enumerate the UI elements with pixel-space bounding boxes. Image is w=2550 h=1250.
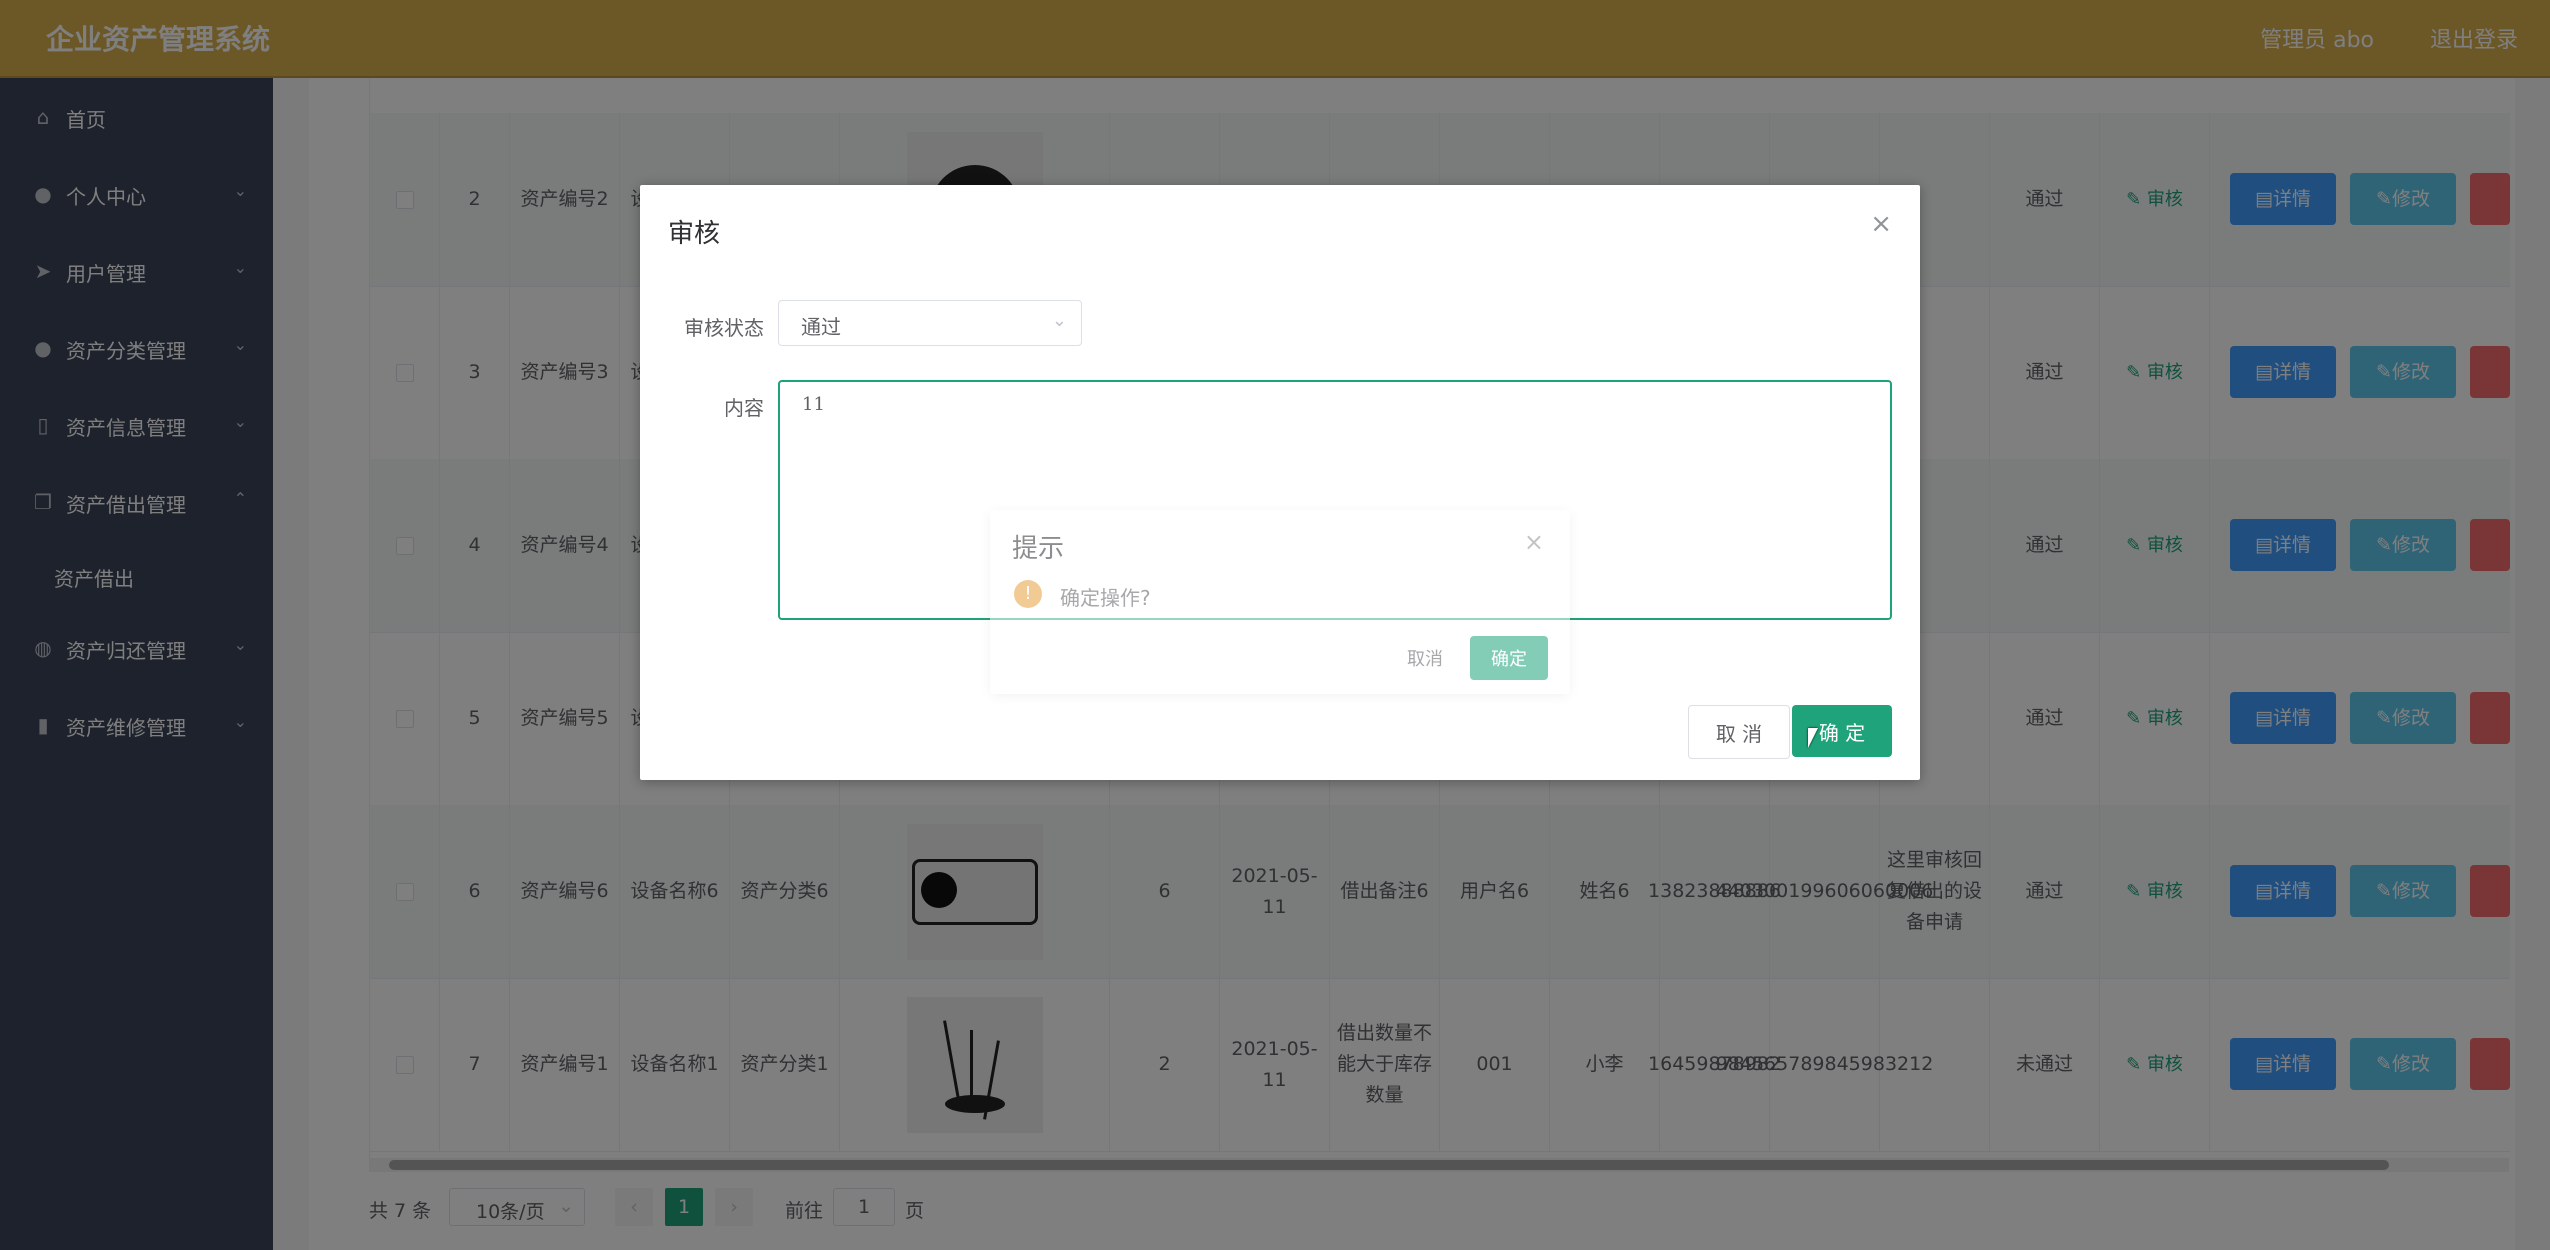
- chevron-down-icon: ⌄: [1051, 310, 1067, 331]
- mouse-cursor: [1808, 728, 1818, 748]
- dialog-cancel-button[interactable]: 取 消: [1688, 705, 1790, 759]
- dialog-title: 审核: [668, 219, 721, 249]
- confirm-messagebox: 提示 × ! 确定操作? 取消 确定: [990, 510, 1570, 694]
- messagebox-cancel-button[interactable]: 取消: [1388, 636, 1462, 680]
- close-icon[interactable]: ×: [1524, 528, 1544, 556]
- audit-status-value: 通过: [801, 315, 841, 339]
- dialog-confirm-button[interactable]: 确 定: [1792, 705, 1892, 757]
- warning-icon: !: [1014, 580, 1042, 608]
- content-value: 11: [802, 394, 825, 415]
- audit-status-select[interactable]: 通过 ⌄: [778, 300, 1082, 346]
- messagebox-title: 提示: [1012, 534, 1065, 564]
- messagebox-text: 确定操作?: [1060, 586, 1151, 610]
- status-label: 审核状态: [684, 316, 764, 340]
- messagebox-confirm-button[interactable]: 确定: [1470, 636, 1548, 680]
- content-label: 内容: [724, 396, 764, 420]
- close-icon[interactable]: ×: [1870, 209, 1892, 239]
